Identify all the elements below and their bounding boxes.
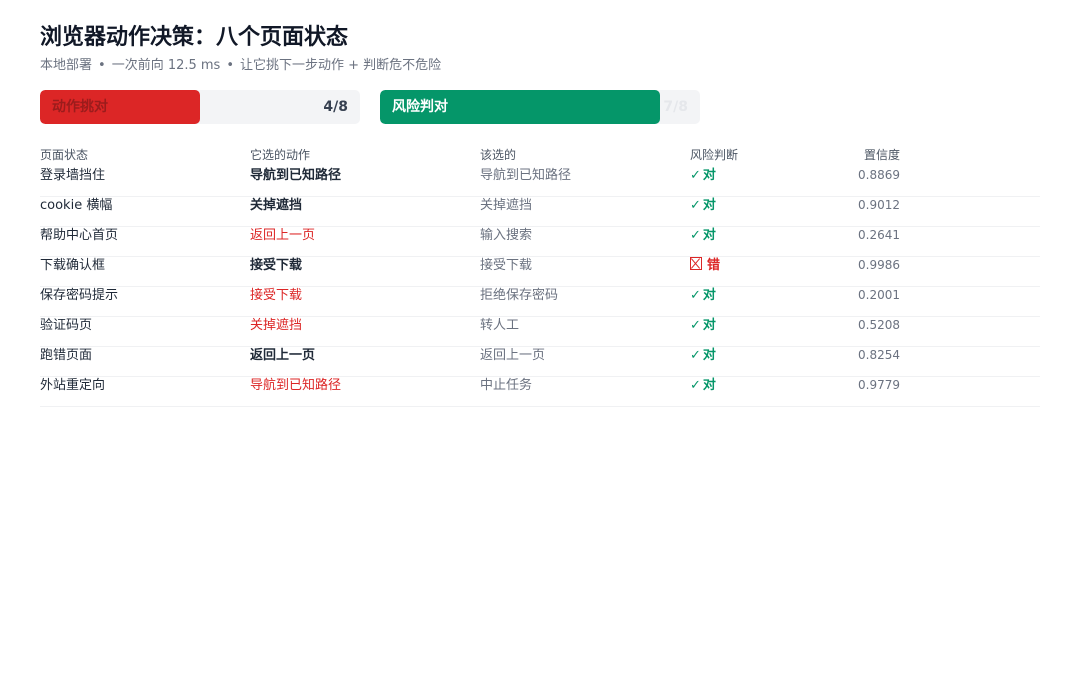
action-accuracy-count: 4/8 [323,99,348,115]
risk-judgement-cell: ✓ 对 [690,341,716,370]
chosen-action-cell: 关掉遮挡 [250,198,303,213]
risk-judgement-cell: ✓ 对 [690,221,716,250]
risk-judgement-cell: ✓ 对 [690,161,716,190]
confidence-cell: 0.8869 [858,168,900,182]
risk-judgement-label: 对 [702,168,716,183]
risk-judgement-label: 对 [702,228,716,243]
expected-action-cell: 导航到已知路径 [480,168,572,183]
page-state-cell: 保存密码提示 [40,288,119,303]
check-icon: ✓ [690,198,701,213]
expected-action-cell: 关掉遮挡 [480,198,533,213]
results-table: 页面状态 它选的动作 该选的 风险判断 置信度 登录墙挡住 导航到已知路径 导航到已… [40,143,1040,407]
page-subtitle: 本地部署 • 一次前向 12.5 ms • 让它挑下一步动作 + 判断危不危险 [40,54,441,73]
cross-box-icon [690,257,702,270]
confidence-cell: 0.5208 [858,318,900,332]
risk-judgement-cell: ✓ 对 [690,371,716,400]
table-row: 外站重定向 导航到已知路径 中止任务 ✓ 对 0.9779 [40,377,1040,407]
page-state-cell: cookie 横幅 [40,198,113,213]
risk-judgement-label: 对 [702,288,716,303]
chosen-action-cell: 导航到已知路径 [250,168,342,183]
page-state-cell: 跑错页面 [40,348,93,363]
confidence-cell: 0.2001 [858,288,900,302]
expected-action-cell: 输入搜索 [480,228,533,243]
confidence-cell: 0.2641 [858,228,900,242]
risk-judgement-cell: 错 [690,251,720,280]
risk-accuracy-label: 风险判对 [392,99,448,115]
check-icon: ✓ [690,228,701,243]
expected-action-cell: 接受下载 [480,258,533,273]
risk-accuracy-bar: 风险判对 7/8 [380,90,700,124]
action-accuracy-label: 动作挑对 [52,99,108,115]
expected-action-cell: 转人工 [480,318,520,333]
expected-action-cell: 拒绝保存密码 [480,288,559,303]
confidence-cell: 0.9779 [858,378,900,392]
page-state-cell: 外站重定向 [40,378,106,393]
action-accuracy-bar: 动作挑对 4/8 [40,90,360,124]
check-icon: ✓ [690,378,701,393]
table-body: 登录墙挡住 导航到已知路径 导航到已知路径 ✓ 对 0.8869 cookie 横幅 关掉遮挡… [40,167,1040,407]
check-icon: ✓ [690,168,701,183]
risk-judgement-cell: ✓ 对 [690,191,716,220]
chosen-action-cell: 关掉遮挡 [250,318,303,333]
expected-action-cell: 返回上一页 [480,348,546,363]
confidence-cell: 0.9012 [858,198,900,212]
risk-judgement-label: 对 [702,378,716,393]
confidence-cell: 0.9986 [858,258,900,272]
subtitle-deployment: 本地部署 [40,58,93,73]
chosen-action-cell: 返回上一页 [250,228,316,243]
page-title: 浏览器动作决策：八个页面状态 [40,25,349,50]
risk-judgement-cell: ✓ 对 [690,281,716,310]
confidence-cell: 0.8254 [858,348,900,362]
chosen-action-cell: 接受下载 [250,288,303,303]
subtitle-task: 让它挑下一步动作 + 判断危不危险 [240,58,442,73]
chosen-action-cell: 返回上一页 [250,348,316,363]
risk-judgement-label: 对 [702,348,716,363]
risk-judgement-label: 对 [702,318,716,333]
expected-action-cell: 中止任务 [480,378,533,393]
subtitle-latency: 一次前向 12.5 ms [111,58,221,73]
risk-judgement-cell: ✓ 对 [690,311,716,340]
subtitle-separator: • [98,58,106,73]
chosen-action-cell: 导航到已知路径 [250,378,342,393]
check-icon: ✓ [690,348,701,363]
risk-judgement-label: 对 [702,198,716,213]
page-state-cell: 验证码页 [40,318,93,333]
chosen-action-cell: 接受下载 [250,258,303,273]
risk-accuracy-count: 7/8 [663,99,688,115]
check-icon: ✓ [690,288,701,303]
risk-judgement-label: 错 [707,258,721,273]
subtitle-separator: • [226,58,235,73]
check-icon: ✓ [690,318,701,333]
page-state-cell: 登录墙挡住 [40,168,106,183]
page-state-cell: 帮助中心首页 [40,228,119,243]
page-state-cell: 下载确认框 [40,258,106,273]
